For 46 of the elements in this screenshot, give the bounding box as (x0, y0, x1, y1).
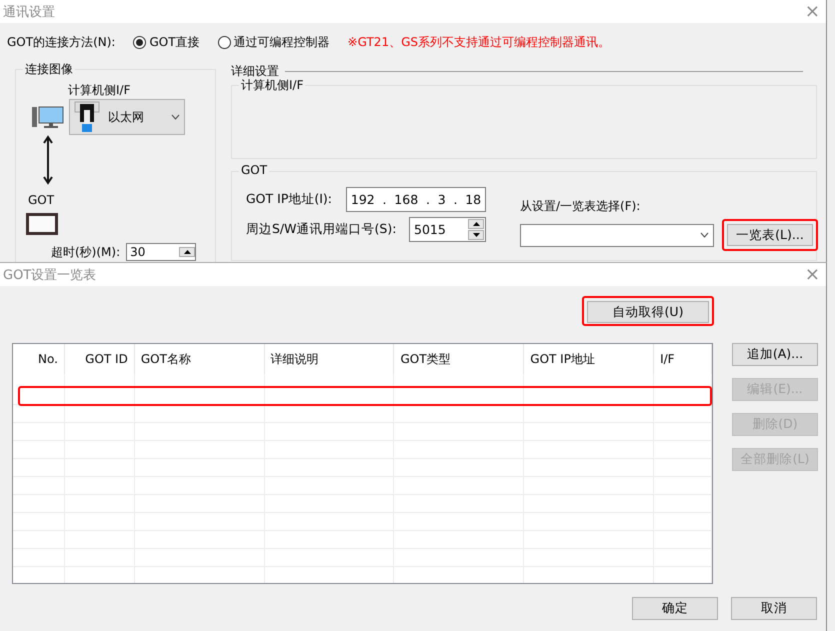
up-arrow-icon[interactable] (184, 250, 191, 254)
port-spinbox[interactable]: 5015 (409, 216, 486, 242)
window-title: 通讯设置 (3, 4, 55, 20)
double-arrow-icon (42, 135, 52, 185)
timeout-spinbox[interactable]: 30 (126, 243, 196, 261)
list-button[interactable]: 一览表(L)... (727, 224, 813, 246)
device-label: GOT (27, 193, 56, 207)
action-button[interactable]: 追加(A)... (732, 343, 818, 366)
field-label: 从设置/一览表选择(F): (520, 198, 642, 215)
dialog-button[interactable]: 取消 (731, 597, 817, 620)
interface-dropdown[interactable]: 以太网 (69, 99, 185, 135)
down-arrow-icon[interactable] (472, 232, 480, 236)
radio-option[interactable]: GOT直接 (133, 34, 200, 50)
field-label: GOT的连接方法(N): (7, 34, 116, 50)
section-title: 详细设置 (231, 62, 279, 79)
radio-icon[interactable] (133, 36, 146, 48)
group-title: 连接图像 (23, 61, 75, 78)
field-label: GOT IP地址(I): (246, 190, 332, 208)
radio-icon[interactable] (218, 36, 231, 48)
column-header[interactable]: No. (13, 344, 65, 374)
ip-address-field[interactable]: 192 . 168 . 3 . 18 (346, 186, 486, 212)
up-arrow-icon[interactable] (472, 222, 480, 226)
column-header[interactable]: 详细说明 (264, 344, 394, 374)
window-title: GOT设置一览表 (3, 266, 96, 284)
computer-icon (32, 106, 64, 128)
warning-note: ※GT21、GS系列不支持通过可编程控制器通讯。 (348, 34, 610, 50)
auto-acquire-button[interactable]: 自动取得(U) (587, 301, 709, 323)
field-label: 计算机侧I/F (68, 82, 132, 99)
field-label: 周边S/W通讯用端口号(S): (246, 220, 396, 238)
field-label: 超时(秒)(M): (51, 244, 120, 260)
chevron-down-icon (700, 232, 709, 238)
group-title: GOT (239, 163, 270, 177)
screen-icon (26, 213, 58, 235)
column-header[interactable]: I/F (654, 344, 712, 374)
radio-option[interactable]: 通过可编程控制器 (218, 34, 330, 50)
chevron-down-icon (171, 114, 180, 120)
column-header[interactable]: GOT名称 (134, 344, 265, 374)
selection-dropdown[interactable] (520, 224, 714, 246)
group-title: 计算机侧I/F (239, 77, 306, 94)
close-icon[interactable]: × (804, 2, 820, 20)
close-icon[interactable]: × (804, 266, 820, 284)
column-header[interactable]: GOT ID (64, 344, 135, 374)
column-header[interactable]: GOT IP地址 (524, 344, 654, 374)
dialog-button[interactable]: 确定 (632, 597, 718, 620)
column-header[interactable]: GOT类型 (394, 344, 524, 374)
ethernet-connector-icon (74, 100, 100, 134)
